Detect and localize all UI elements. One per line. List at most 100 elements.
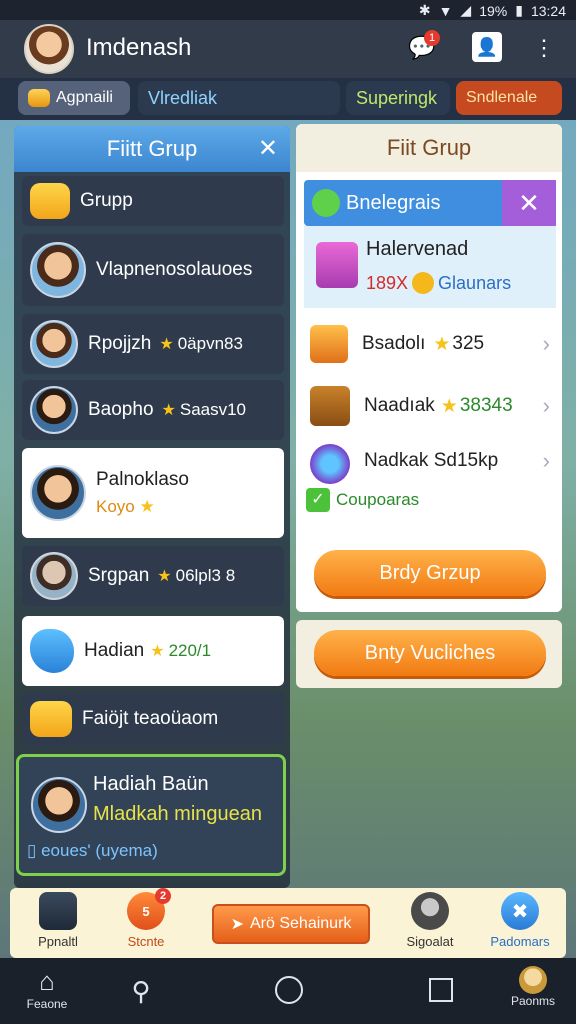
shortcut-label: Ppnaltl: [38, 934, 78, 949]
highlight-value: 189X: [366, 272, 409, 293]
chat-badge: 1: [424, 30, 440, 46]
list-item-meta: 220/1: [168, 641, 212, 660]
avatar: [30, 320, 78, 368]
tab-vlredliak[interactable]: Vlredliak: [138, 81, 340, 115]
right-panel-header: Fiit Grup: [296, 124, 562, 172]
tab-bar: Agpnaili Vlredliak Superingk Sndlenale: [0, 78, 576, 120]
profile-status: eoues' (uyema): [41, 841, 158, 860]
reward-value: 38343: [459, 395, 513, 416]
list-item[interactable]: Hadian ★ 220/1: [22, 616, 284, 686]
nav-label: Paonms: [510, 994, 556, 1008]
left-panel-title: Fiitt Grup: [106, 136, 198, 161]
reward-row[interactable]: Nadkak Sd15kp ✓ Coupoaras ›: [306, 438, 554, 524]
shortcut-button-main[interactable]: ➤ Arö Sehainurk: [212, 904, 370, 944]
close-icon: ✕: [518, 187, 540, 218]
reward-name: Bsadolı: [362, 333, 426, 354]
profile-name: Hadiah Baün: [93, 773, 209, 795]
status-bar: ✱ ▼ ◢ 19% ▮ 13:24: [0, 0, 576, 20]
signal-icon: ◢: [460, 2, 472, 18]
shortcut-label: Stcnte: [127, 934, 165, 949]
list-item-label: Hadian: [84, 640, 145, 661]
list-item-label: Faiöjt teaoüaom: [82, 708, 219, 729]
list-item-label: Vlapnenosolauoes: [96, 259, 253, 280]
avatar: [31, 777, 87, 833]
blob-icon: [30, 629, 74, 673]
bluetooth-icon: ✱: [418, 2, 431, 18]
subheader-close-button[interactable]: ✕: [502, 180, 556, 226]
list-item-label: Baopho: [88, 399, 154, 420]
avatar: [30, 552, 78, 600]
more-menu-button[interactable]: ⋮: [528, 32, 560, 64]
reward-row[interactable]: Bsadolı ★ 325 ›: [310, 316, 554, 372]
list-item[interactable]: Srgpan ★ 06lpl3 8: [22, 546, 284, 606]
list-item-meta: 06lpl3 8: [175, 566, 236, 585]
list-item[interactable]: Baopho ★ Saasv10: [22, 380, 284, 440]
app-header: Imdenash 💬 1 👤 ⋮: [0, 20, 576, 78]
star-icon: ★: [161, 402, 176, 419]
tab-label: Agpnaili: [56, 89, 113, 106]
profile-button[interactable]: 👤: [472, 32, 502, 62]
star-icon: ★: [440, 395, 458, 417]
list-item[interactable]: Rpojjzh ★ 0äpvn83: [22, 314, 284, 374]
tab-agpnaili[interactable]: Agpnaili: [18, 81, 130, 115]
avatar[interactable]: [24, 24, 74, 74]
shortcut-sigoalat[interactable]: Sigoalat: [390, 892, 470, 954]
gift-icon: [30, 183, 70, 219]
list-item-label: Rpojjzh: [88, 333, 152, 354]
list-item-label: Srgpan: [88, 565, 150, 586]
highlight-item[interactable]: Halervenad 189X Glaunars: [304, 226, 556, 308]
chat-button[interactable]: 💬 1: [406, 30, 440, 64]
reward-sub: Coupoaras: [336, 490, 420, 509]
list-item-label: Grupp: [80, 190, 133, 211]
nav-label: Feaone: [26, 997, 68, 1011]
gift-icon: [316, 242, 358, 288]
reward-row[interactable]: Naadıak ★ 38343 ›: [310, 378, 554, 434]
list-item[interactable]: Grupp: [22, 176, 284, 226]
shortcut-badge: 2: [155, 888, 171, 904]
tab-label: Vlredliak: [148, 87, 218, 108]
gift-icon: [30, 701, 72, 737]
nav-home[interactable]: ⌂ Feaone: [12, 966, 82, 1011]
tab-label: Sndlenale: [466, 89, 538, 106]
star-icon: ★: [433, 333, 451, 355]
coin-icon: [412, 272, 435, 294]
house-icon: [39, 892, 77, 930]
score-icon: 5 2: [127, 888, 171, 930]
list-item-sub: Koyo: [96, 497, 135, 516]
shortcut-label: Arö Sehainurk: [250, 915, 352, 932]
wifi-icon: ▼: [438, 2, 453, 19]
star-icon: ★: [157, 568, 172, 585]
chevron-right-icon: ›: [542, 448, 550, 473]
check-circle-icon: [312, 189, 340, 217]
list-item[interactable]: Faiöjt teaoüaom: [22, 692, 284, 746]
shortcut-ppnaltl[interactable]: Ppnaltl: [18, 892, 98, 954]
subheader-title: Bnelegrais: [346, 191, 441, 214]
nav-home-button[interactable]: [254, 976, 324, 1004]
nav-profile[interactable]: Paonms: [498, 966, 568, 1008]
avatar-icon: [519, 966, 547, 994]
right-panel-title: Fiit Grup: [386, 135, 472, 160]
list-item-selected[interactable]: Palnoklaso Koyo ★: [22, 448, 284, 538]
avatar: [30, 242, 86, 298]
close-icon[interactable]: ✕: [258, 134, 278, 163]
avatar: [30, 386, 78, 434]
home-icon: ⌂: [39, 966, 55, 996]
reward-name: Nadkak Sd15kp: [364, 450, 499, 471]
nav-search[interactable]: ⚲: [106, 976, 176, 1007]
list-item[interactable]: Vlapnenosolauoes: [22, 234, 284, 306]
tab-label: Superingk: [356, 87, 438, 108]
check-icon: ✓: [306, 488, 330, 512]
shortcut-padomars[interactable]: ✖ Padomars: [480, 892, 560, 954]
profile-card[interactable]: Hadiah Baün Mladkah minguean ▯ eoues' (u…: [16, 754, 286, 876]
chevron-right-icon: ›: [542, 331, 550, 356]
buy-vouchers-button[interactable]: Bnty Vucliches: [314, 630, 546, 676]
square-icon: [429, 978, 453, 1002]
nav-recents[interactable]: [406, 978, 476, 1002]
tab-superingk[interactable]: Superingk: [346, 81, 450, 115]
list-item-meta: Saasv10: [179, 400, 247, 419]
shortcut-stcnte[interactable]: 5 2 Stcnte: [106, 888, 186, 954]
battery-text: 19%: [479, 2, 508, 19]
tab-sndlenale[interactable]: Sndlenale: [456, 81, 562, 115]
status-icon: ▯: [27, 841, 37, 860]
buy-group-button[interactable]: Brdy Grzup: [314, 550, 546, 596]
